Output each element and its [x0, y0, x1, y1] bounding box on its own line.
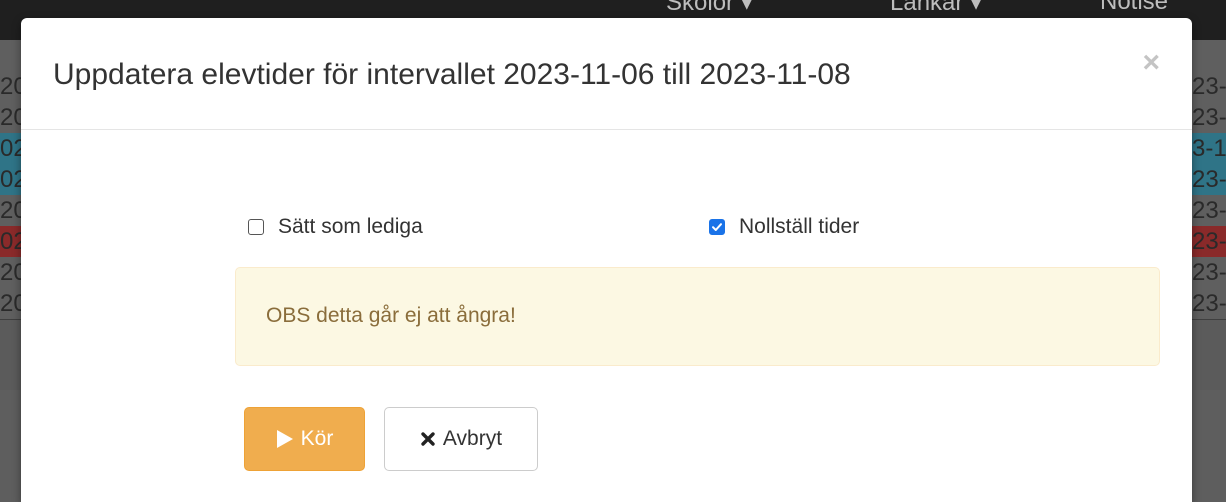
option-set-free[interactable]: Sätt som lediga — [248, 215, 423, 239]
run-button-label: Kör — [300, 427, 334, 450]
background-cell: 23- — [1192, 290, 1226, 317]
background-cell: 02 — [0, 228, 22, 255]
update-times-modal: Uppdatera elevtider för intervallet 2023… — [21, 18, 1192, 502]
modal-header: Uppdatera elevtider för intervallet 2023… — [21, 18, 1192, 130]
warning-text: OBS detta går ej att ångra! — [266, 304, 516, 327]
nav-item-lankar: Länkar ▾ — [890, 0, 983, 16]
times-icon — [420, 431, 436, 447]
background-cell: 3-1 — [1192, 135, 1226, 162]
reset-times-label: Nollställ tider — [739, 215, 860, 238]
run-button[interactable]: Kör — [244, 407, 365, 471]
cancel-button-label: Avbryt — [442, 427, 503, 450]
nav-item-skolor: Skolor ▾ — [666, 0, 753, 16]
background-cell: 02 — [0, 166, 22, 193]
background-cell: 23- — [1192, 197, 1226, 224]
background-cell: 20 — [0, 197, 22, 224]
background-cell: 20 — [0, 104, 22, 131]
reset-times-checkbox[interactable] — [709, 219, 725, 235]
background-cell: 20 — [0, 290, 22, 317]
warning-alert: OBS detta går ej att ångra! — [235, 267, 1160, 366]
set-free-label: Sätt som lediga — [278, 215, 423, 238]
background-cell: 23- — [1192, 73, 1226, 100]
background-cell: 23- — [1192, 259, 1226, 286]
background-cell: 23- — [1192, 228, 1226, 255]
set-free-checkbox[interactable] — [248, 219, 264, 235]
modal-title: Uppdatera elevtider för intervallet 2023… — [53, 58, 851, 91]
close-button[interactable]: × — [1142, 48, 1160, 78]
play-icon — [276, 429, 294, 449]
cancel-button[interactable]: Avbryt — [384, 407, 538, 471]
background-cell: 23- — [1192, 104, 1226, 131]
check-icon — [712, 223, 722, 231]
background-cell: 20 — [0, 259, 22, 286]
nav-item-notiser: Notise — [1100, 0, 1169, 15]
option-reset-times[interactable]: Nollställ tider — [709, 215, 859, 239]
background-cell: 02 — [0, 135, 22, 162]
background-cell: 20 — [0, 73, 22, 100]
background-cell: 23- — [1192, 166, 1226, 193]
